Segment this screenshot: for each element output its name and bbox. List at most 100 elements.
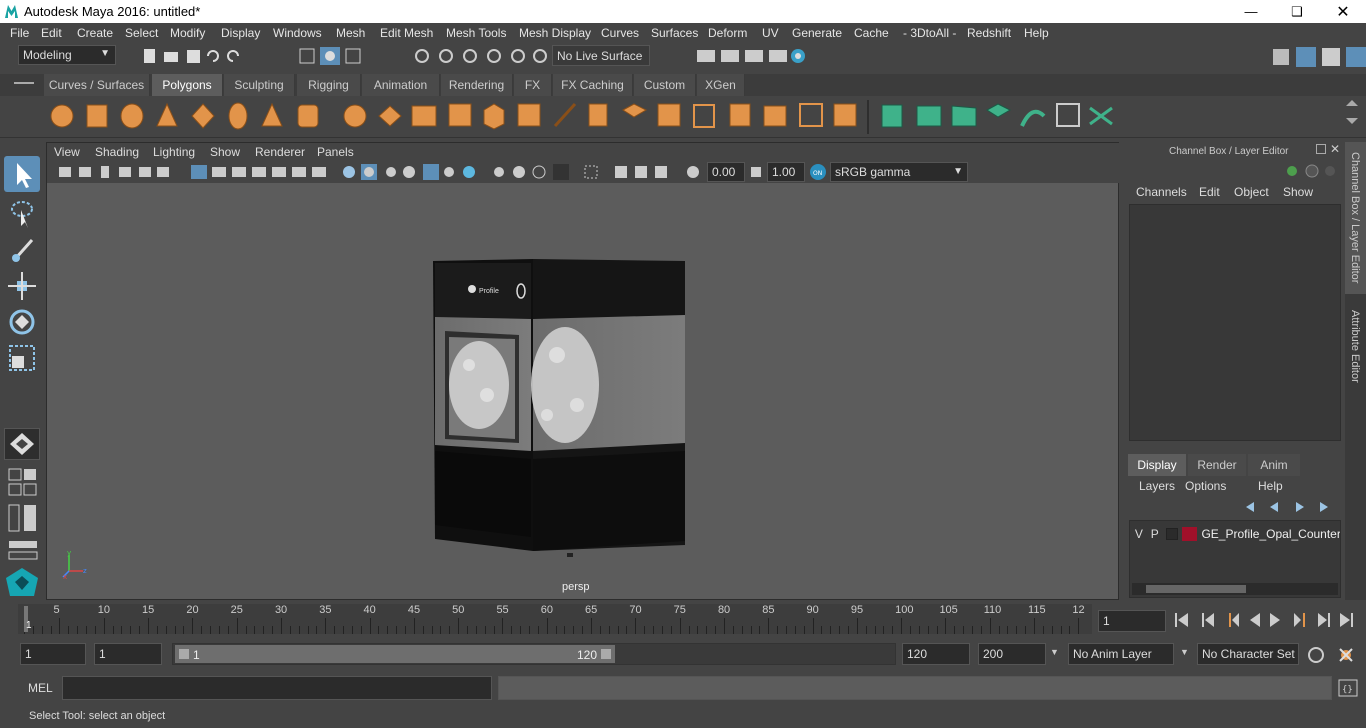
menu-edit-mesh[interactable]: Edit Mesh [380, 26, 433, 40]
tab-channel-box[interactable]: Channel Box / Layer Editor [1345, 142, 1366, 294]
layer-visibility-toggle[interactable]: V [1132, 527, 1146, 541]
range-slider-track[interactable]: 1 120 [172, 643, 896, 665]
range-slider-handle[interactable]: 1 120 [175, 645, 615, 663]
layer-row[interactable]: V P GE_Profile_Opal_Countertc [1132, 525, 1340, 543]
quad-layout-button[interactable] [4, 428, 40, 460]
layer-tab-display[interactable]: Display [1128, 454, 1186, 476]
menu-curves[interactable]: Curves [601, 26, 639, 40]
channel-list[interactable] [1129, 204, 1341, 441]
minimize-button[interactable]: — [1228, 0, 1274, 23]
outliner-layout-icon[interactable] [8, 504, 38, 534]
anim-layer-selector[interactable]: No Anim Layer [1068, 643, 1174, 665]
layer-list-scrollbar[interactable] [1132, 583, 1338, 595]
panel-menu-lighting[interactable]: Lighting [153, 145, 195, 159]
shelf-tab-sculpting[interactable]: Sculpting [224, 74, 295, 96]
scale-tool-icon[interactable] [6, 342, 38, 372]
shelf-tab-rigging[interactable]: Rigging [297, 74, 361, 96]
time-ruler[interactable]: 5 10 15 20 25 30 35 40 45 50 55 60 65 70 75 80 85 90 95 100… [18, 604, 1092, 634]
exposure-field[interactable] [707, 162, 745, 182]
tab-attribute-editor[interactable]: Attribute Editor [1345, 302, 1366, 398]
panel-menu-panels[interactable]: Panels [317, 145, 354, 159]
menu-surfaces[interactable]: Surfaces [651, 26, 698, 40]
layer-menu-layers[interactable]: Layers [1139, 479, 1175, 493]
live-surface-field[interactable]: No Live Surface [552, 45, 650, 66]
float-panel-icon[interactable] [1316, 144, 1326, 154]
menu-modify[interactable]: Modify [170, 26, 205, 40]
shelf-menu-icon[interactable] [14, 82, 34, 84]
layer-type-box[interactable] [1165, 528, 1178, 540]
mode-selector[interactable]: Modeling ▼ [18, 45, 116, 65]
channel-box-menu-channels[interactable]: Channels [1136, 185, 1187, 199]
playback-end-field[interactable] [902, 643, 970, 665]
command-language-label[interactable]: MEL [28, 681, 53, 695]
shelf-tab-polygons[interactable]: Polygons [152, 74, 223, 96]
maya-home-icon[interactable] [4, 566, 40, 598]
perspective-viewport[interactable]: Profile y z x persp [47, 183, 1118, 599]
menu-display[interactable]: Display [221, 26, 260, 40]
panel-menu-view[interactable]: View [54, 145, 80, 159]
menu-mesh[interactable]: Mesh [336, 26, 365, 40]
menu-edit[interactable]: Edit [41, 26, 62, 40]
select-tool-button[interactable] [4, 156, 40, 192]
shelf-tab-custom[interactable]: Custom [634, 74, 696, 96]
layer-tab-render[interactable]: Render [1188, 454, 1246, 476]
close-button[interactable]: ✕ [1320, 0, 1366, 23]
rotate-tool-icon[interactable] [6, 306, 38, 336]
layer-action-icons[interactable] [1244, 500, 1340, 514]
panel-menu-show[interactable]: Show [210, 145, 240, 159]
shelf-tab-xgen[interactable]: XGen [697, 74, 745, 96]
layer-color-swatch[interactable] [1181, 527, 1198, 541]
menu-create[interactable]: Create [77, 26, 113, 40]
playback-controls[interactable] [1172, 610, 1362, 630]
menu-redshift[interactable]: Redshift [967, 26, 1011, 40]
channel-box-menu-edit[interactable]: Edit [1199, 185, 1220, 199]
chevron-down-icon[interactable]: ▼ [1050, 647, 1059, 657]
paint-select-icon[interactable] [6, 234, 38, 264]
color-space-selector[interactable]: sRGB gamma ▼ [830, 162, 968, 182]
command-input[interactable] [62, 676, 492, 700]
script-editor-icon[interactable]: {} [1338, 679, 1358, 697]
shelf-tab-rendering[interactable]: Rendering [441, 74, 513, 96]
range-prefs-icons[interactable] [1306, 645, 1362, 665]
shelf-tab-fx[interactable]: FX [514, 74, 552, 96]
time-slider[interactable]: 5 10 15 20 25 30 35 40 45 50 55 60 65 70 75 80 85 90 95 100… [18, 604, 1092, 634]
shelf-tab-animation[interactable]: Animation [362, 74, 440, 96]
channel-box-menu-object[interactable]: Object [1234, 185, 1269, 199]
menu-generate[interactable]: Generate [792, 26, 842, 40]
timeline-tick-label: 35 [319, 604, 332, 616]
start-time-field[interactable] [20, 643, 86, 665]
menu-mesh-display[interactable]: Mesh Display [519, 26, 591, 40]
menu-file[interactable]: File [10, 26, 29, 40]
menu-help[interactable]: Help [1024, 26, 1049, 40]
timeline-tick [980, 626, 982, 634]
color-management-icon[interactable]: ON [809, 163, 827, 181]
layer-tab-anim[interactable]: Anim [1248, 454, 1300, 476]
menu-deform[interactable]: Deform [708, 26, 747, 40]
current-frame-field[interactable] [1098, 610, 1166, 632]
layout-icons[interactable] [8, 468, 38, 498]
menu-cache[interactable]: Cache [854, 26, 889, 40]
shelf-tab-curves-surfaces[interactable]: Curves / Surfaces [44, 74, 150, 96]
timeline-layout-icon[interactable] [8, 540, 38, 562]
menu-3dtoall[interactable]: - 3DtoAll - [903, 26, 956, 40]
layer-menu-help[interactable]: Help [1258, 479, 1283, 493]
end-time-field[interactable] [978, 643, 1046, 665]
menu-mesh-tools[interactable]: Mesh Tools [446, 26, 506, 40]
move-tool-icon[interactable] [6, 270, 38, 300]
channel-box-menu-show[interactable]: Show [1283, 185, 1313, 199]
playback-start-field[interactable] [94, 643, 162, 665]
maximize-button[interactable]: ❑ [1274, 0, 1320, 23]
menu-uv[interactable]: UV [762, 26, 779, 40]
menu-windows[interactable]: Windows [273, 26, 322, 40]
chevron-down-icon[interactable]: ▼ [1180, 647, 1189, 657]
lasso-tool-icon[interactable] [6, 198, 38, 228]
panel-menu-shading[interactable]: Shading [95, 145, 139, 159]
shelf-tab-fx-caching[interactable]: FX Caching [553, 74, 633, 96]
layer-menu-options[interactable]: Options [1185, 479, 1226, 493]
panel-menu-renderer[interactable]: Renderer [255, 145, 305, 159]
menu-select[interactable]: Select [125, 26, 158, 40]
layer-playback-toggle[interactable]: P [1148, 527, 1162, 541]
gamma-field[interactable] [767, 162, 805, 182]
close-panel-icon[interactable]: ✕ [1330, 142, 1340, 156]
character-set-selector[interactable]: No Character Set [1197, 643, 1299, 665]
